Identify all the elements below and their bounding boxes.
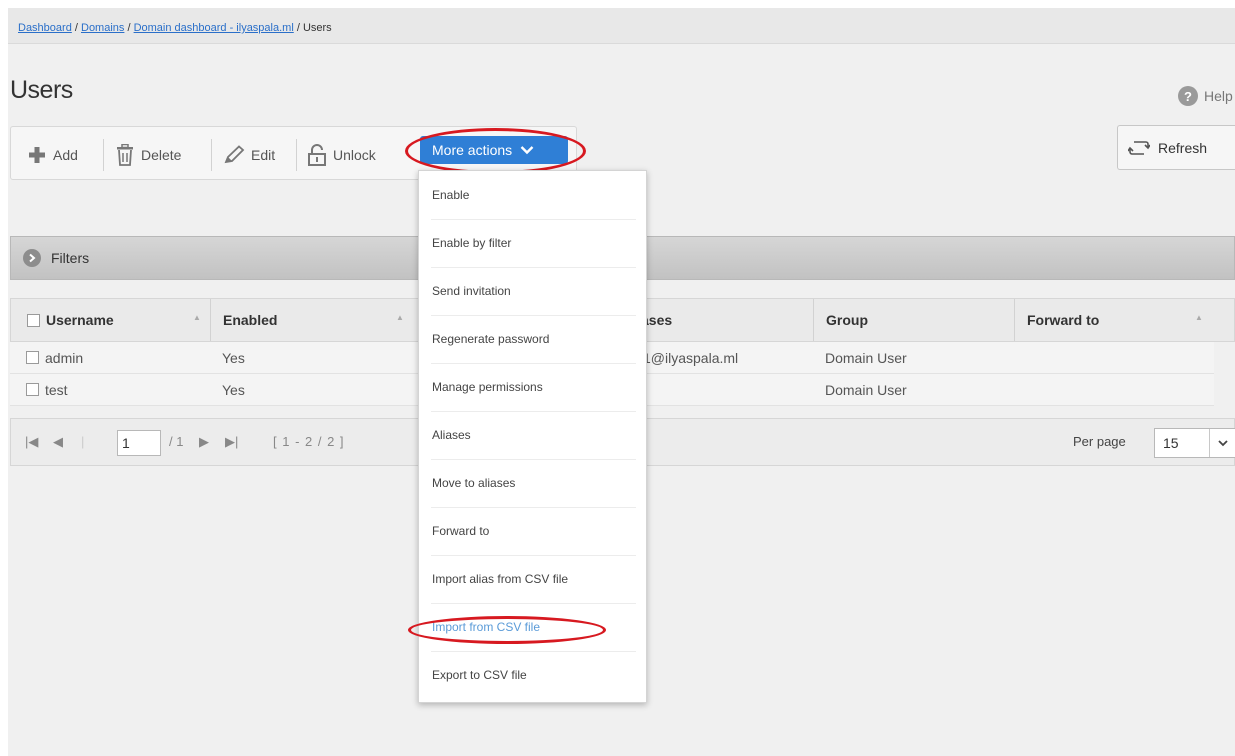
pencil-icon (224, 145, 245, 164)
help-icon: ? (1178, 86, 1198, 106)
refresh-icon (1128, 140, 1150, 155)
expand-icon (23, 249, 41, 267)
username-cell: test (45, 381, 68, 398)
refresh-button[interactable]: Refresh (1117, 125, 1235, 170)
column-header-group[interactable]: Group (826, 299, 868, 341)
menu-item-send-invitation[interactable]: Send invitation (419, 267, 648, 315)
row-checkbox[interactable] (26, 383, 39, 396)
breadcrumb-domain-dashboard[interactable]: Domain dashboard - ilyaspala.ml (134, 22, 294, 34)
toolbar-divider (103, 139, 104, 171)
edit-label: Edit (251, 147, 276, 163)
help-button[interactable]: ? Help (1178, 86, 1233, 106)
next-page-icon[interactable]: ▶ (199, 434, 209, 450)
unlock-button[interactable]: Unlock (307, 143, 376, 167)
group-cell: Domain User (825, 349, 907, 366)
breadcrumb-separator: / (124, 22, 134, 34)
trash-icon (117, 144, 133, 166)
enabled-header-label: Enabled (223, 312, 278, 328)
last-page-icon[interactable]: ▶| (225, 434, 238, 450)
group-cell: Domain User (825, 381, 907, 398)
column-divider (1014, 299, 1015, 341)
breadcrumb-domains[interactable]: Domains (81, 22, 124, 34)
column-header-forward-to[interactable]: Forward to (1027, 299, 1099, 341)
select-all-checkbox[interactable] (27, 313, 40, 327)
column-divider (210, 299, 211, 341)
username-cell: admin (45, 349, 84, 366)
breadcrumb-separator: / (293, 22, 303, 34)
breadcrumb-dashboard[interactable]: Dashboard (18, 22, 72, 34)
menu-item-forward-to[interactable]: Forward to (419, 507, 648, 555)
aliases-cell: s1@ilyaspala.ml (636, 349, 739, 366)
help-label: Help (1204, 88, 1233, 104)
unlock-label: Unlock (333, 147, 376, 163)
add-button[interactable]: Add (27, 143, 78, 167)
menu-item-import-alias-csv[interactable]: Import alias from CSV file (419, 555, 648, 603)
sort-icon[interactable]: ▲ (396, 313, 404, 322)
per-page-select[interactable]: 15 (1154, 428, 1235, 458)
breadcrumb-current: Users (302, 22, 332, 34)
menu-item-regenerate-password[interactable]: Regenerate password (419, 315, 648, 363)
breadcrumb-separator: / (71, 22, 81, 34)
unlock-icon (308, 144, 326, 166)
page-title: Users (10, 76, 73, 104)
annotation-highlight-oval (405, 128, 586, 174)
chevron-down-icon (1209, 429, 1235, 457)
row-checkbox[interactable] (26, 351, 39, 364)
enabled-cell: Yes (222, 349, 245, 366)
first-page-icon[interactable]: |◀ (25, 434, 38, 450)
username-header-label: Username (46, 312, 114, 328)
menu-item-move-to-aliases[interactable]: Move to aliases (419, 459, 648, 507)
pager-divider: | (81, 434, 85, 449)
menu-item-export-to-csv[interactable]: Export to CSV file (419, 651, 648, 699)
column-divider (813, 299, 814, 341)
total-pages: / 1 (169, 434, 184, 449)
plus-icon (29, 147, 45, 163)
menu-item-enable[interactable]: Enable (419, 171, 648, 219)
enabled-cell: Yes (222, 381, 245, 398)
breadcrumb: Dashboard / Domains / Domain dashboard -… (8, 8, 1235, 44)
annotation-highlight-oval (408, 616, 606, 644)
prev-page-icon[interactable]: ◀ (53, 434, 63, 450)
sort-icon[interactable]: ▲ (193, 313, 201, 322)
add-label: Add (53, 147, 78, 163)
delete-button[interactable]: Delete (115, 143, 181, 167)
sort-icon[interactable]: ▲ (1195, 313, 1203, 322)
menu-item-aliases[interactable]: Aliases (419, 411, 648, 459)
per-page-label: Per page (1073, 434, 1126, 449)
forward-to-header-label: Forward to (1027, 312, 1100, 328)
menu-item-enable-by-filter[interactable]: Enable by filter (419, 219, 648, 267)
page-number-input[interactable]: 1 (117, 430, 161, 456)
toolbar-divider (296, 139, 297, 171)
menu-item-manage-permissions[interactable]: Manage permissions (419, 363, 648, 411)
edit-button[interactable]: Edit (223, 143, 275, 167)
filters-label: Filters (51, 250, 90, 266)
column-header-username[interactable]: Username (27, 299, 114, 341)
record-range: [ 1 - 2 / 2 ] (273, 434, 345, 449)
toolbar-divider (211, 139, 212, 171)
group-header-label: Group (826, 312, 868, 328)
column-header-enabled[interactable]: Enabled (223, 299, 277, 341)
per-page-value: 15 (1163, 435, 1179, 451)
refresh-label: Refresh (1158, 139, 1208, 156)
delete-label: Delete (141, 147, 182, 163)
